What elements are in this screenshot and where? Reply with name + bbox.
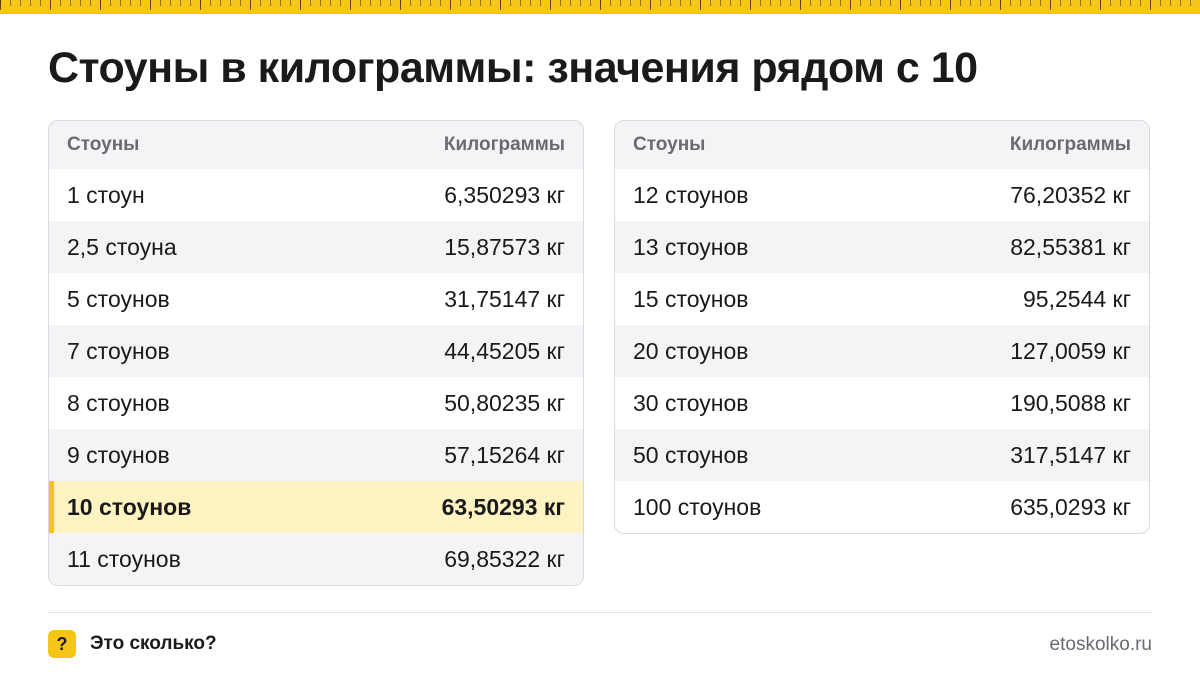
kilograms-cell: 57,15264 кг: [444, 441, 565, 468]
question-mark-icon: ?: [48, 630, 76, 658]
table-row: 11 стоунов 69,85322 кг: [49, 533, 583, 585]
table-row: 8 стоунов 50,80235 кг: [49, 377, 583, 429]
kilograms-cell: 44,45205 кг: [444, 337, 565, 364]
column-header-stones: Стоуны: [67, 134, 140, 155]
table-row: 2,5 стоуна 15,87573 кг: [49, 221, 583, 273]
brand-logo: ? Это сколько?: [48, 630, 217, 658]
stones-cell: 20 стоунов: [633, 337, 749, 364]
kilograms-cell: 190,5088 кг: [1010, 389, 1131, 416]
conversion-table-right: Стоуны Килограммы 12 стоунов 76,20352 кг…: [614, 120, 1150, 534]
column-header-kilograms: Килограммы: [443, 134, 565, 155]
page-title: Стоуны в килограммы: значения рядом с 10: [48, 44, 978, 92]
table-row: 20 стоунов 127,0059 кг: [615, 325, 1149, 377]
kilograms-cell: 76,20352 кг: [1010, 181, 1131, 208]
stones-cell: 1 стоун: [67, 181, 145, 208]
column-header-stones: Стоуны: [633, 134, 706, 155]
stones-cell: 5 стоунов: [67, 285, 170, 312]
stones-cell: 15 стоунов: [633, 285, 749, 312]
table-row: 12 стоунов 76,20352 кг: [615, 169, 1149, 221]
table-row-highlighted: 10 стоунов 63,50293 кг: [49, 481, 583, 533]
kilograms-cell: 31,75147 кг: [444, 285, 565, 312]
site-url: etoskolko.ru: [1049, 634, 1152, 655]
table-row: 5 стоунов 31,75147 кг: [49, 273, 583, 325]
table-row: 13 стоунов 82,55381 кг: [615, 221, 1149, 273]
brand-name: Это сколько?: [90, 633, 217, 654]
kilograms-cell: 15,87573 кг: [444, 233, 565, 260]
kilograms-cell: 635,0293 кг: [1010, 493, 1131, 520]
stones-cell: 12 стоунов: [633, 181, 749, 208]
kilograms-cell: 50,80235 кг: [444, 389, 565, 416]
stones-cell: 10 стоунов: [67, 493, 192, 520]
table-row: 7 стоунов 44,45205 кг: [49, 325, 583, 377]
table-row: 9 стоунов 57,15264 кг: [49, 429, 583, 481]
kilograms-cell: 63,50293 кг: [441, 493, 565, 520]
footer-divider: [48, 612, 1152, 613]
table-row: 50 стоунов 317,5147 кг: [615, 429, 1149, 481]
kilograms-cell: 82,55381 кг: [1010, 233, 1131, 260]
stones-cell: 13 стоунов: [633, 233, 749, 260]
stones-cell: 9 стоунов: [67, 441, 170, 468]
table-row: 100 стоунов 635,0293 кг: [615, 481, 1149, 533]
table-header: Стоуны Килограммы: [49, 121, 583, 169]
table-row: 30 стоунов 190,5088 кг: [615, 377, 1149, 429]
kilograms-cell: 95,2544 кг: [1023, 285, 1131, 312]
stones-cell: 11 стоунов: [67, 545, 181, 572]
stones-cell: 7 стоунов: [67, 337, 170, 364]
kilograms-cell: 69,85322 кг: [444, 545, 565, 572]
stones-cell: 2,5 стоуна: [67, 233, 177, 260]
table-row: 15 стоунов 95,2544 кг: [615, 273, 1149, 325]
table-header: Стоуны Килограммы: [615, 121, 1149, 169]
stones-cell: 100 стоунов: [633, 493, 762, 520]
kilograms-cell: 6,350293 кг: [444, 181, 565, 208]
table-row: 1 стоун 6,350293 кг: [49, 169, 583, 221]
kilograms-cell: 127,0059 кг: [1010, 337, 1131, 364]
kilograms-cell: 317,5147 кг: [1010, 441, 1131, 468]
stones-cell: 50 стоунов: [633, 441, 749, 468]
conversion-table-left: Стоуны Килограммы 1 стоун 6,350293 кг 2,…: [48, 120, 584, 586]
stones-cell: 8 стоунов: [67, 389, 170, 416]
stones-cell: 30 стоунов: [633, 389, 749, 416]
column-header-kilograms: Килограммы: [1009, 134, 1131, 155]
ruler-strip: [0, 0, 1200, 14]
